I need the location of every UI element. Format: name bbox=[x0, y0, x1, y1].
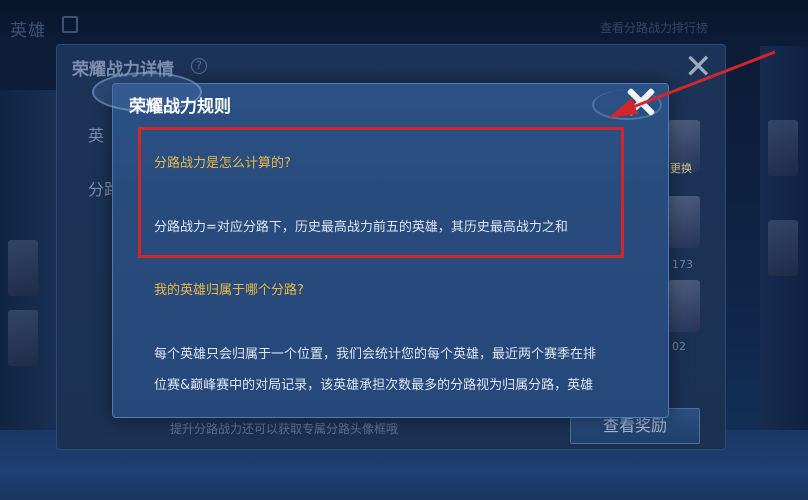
top-left-label: 英雄 bbox=[10, 21, 46, 41]
faq-answer: 每个英雄只会归属于一个位置，我们会统计您的每个英雄，最近两个赛季在排 bbox=[154, 347, 597, 362]
hero-thumbnail bbox=[8, 310, 38, 366]
underlay-label: 英 bbox=[88, 126, 105, 145]
faq-question: 我的英雄归属于哪个分路? bbox=[154, 283, 304, 298]
modal-title: 荣耀战力规则 bbox=[129, 97, 231, 117]
hero-power-number: 173 bbox=[672, 258, 693, 271]
frame-hint: 提升分路战力还可以获取专属分路头像框哦 bbox=[170, 422, 399, 436]
highlight-box bbox=[138, 127, 624, 258]
hero-power-number: 02 bbox=[672, 340, 686, 353]
annotation-arrow bbox=[608, 50, 776, 118]
change-badge[interactable]: 更换 bbox=[670, 160, 692, 176]
faq-answer: 位赛&巅峰赛中的对局记录，该英雄承担次数最多的分路视为归属分路，英雄 bbox=[154, 378, 594, 393]
notebook-icon bbox=[62, 16, 78, 33]
hero-avatar[interactable] bbox=[668, 196, 700, 248]
top-right-link[interactable]: 查看分路战力排行榜 bbox=[600, 19, 708, 36]
hero-thumbnail bbox=[8, 240, 38, 296]
hero-thumbnail bbox=[768, 220, 798, 276]
question-circle-icon[interactable]: ? bbox=[191, 58, 207, 74]
hero-avatar[interactable] bbox=[668, 280, 700, 332]
